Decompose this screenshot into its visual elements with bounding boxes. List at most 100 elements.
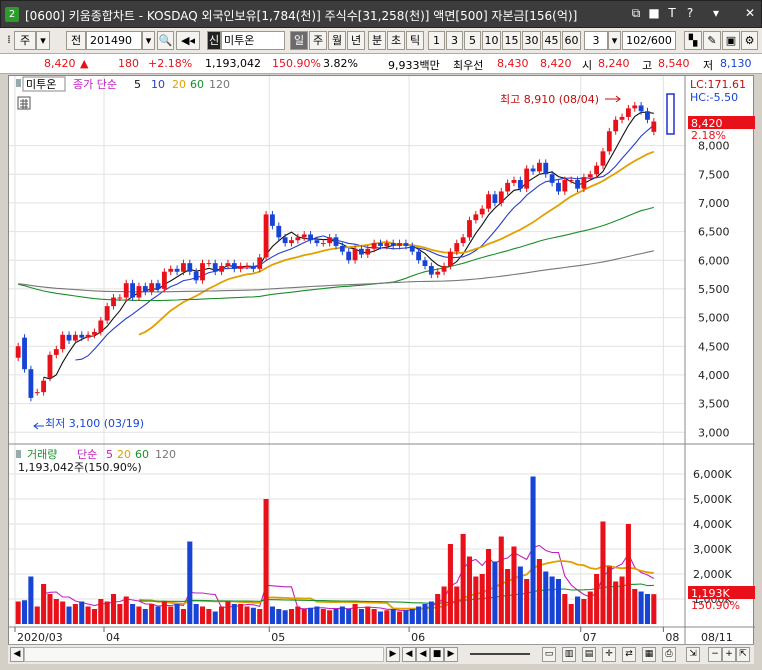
volume-tick-label: 5,000K [693,493,732,506]
view-toggle-icon[interactable]: ▭ [542,647,556,662]
minute-30-button[interactable]: 30 [522,31,541,50]
print-icon[interactable]: ⎙ [662,647,676,662]
next-page-icon[interactable]: ▶ [444,647,458,662]
draw-tool-icon[interactable]: ✎ [703,31,721,50]
font-icon[interactable]: T [665,6,679,21]
current-price: 8,420 [44,57,76,70]
period-month-button[interactable]: 월 [328,31,346,50]
ma5-line [43,111,654,380]
vol-ma-legend-label[interactable]: 단순 [77,448,97,461]
candle-body [22,337,27,370]
minute-60-button[interactable]: 60 [562,31,581,50]
minute-3-button[interactable]: 3 [446,31,463,50]
candle-body [15,346,21,358]
minute-dropdown-icon[interactable]: ▾ [608,31,621,50]
minute-10-button[interactable]: 10 [482,31,501,50]
minimize-icon[interactable]: ▾ [709,6,723,21]
minute-15-button[interactable]: 15 [502,31,521,50]
volume-tick-label: 6,000K [693,468,732,481]
first-page-icon[interactable]: ◀ [402,647,416,662]
vol-ma5-legend[interactable]: 5 [106,448,113,461]
zoom-slider[interactable] [470,653,530,655]
price-tick-label: 3,500 [698,398,730,411]
vol-ma20-legend[interactable]: 20 [117,448,131,461]
candle-body [562,180,568,192]
scroll-right-icon[interactable]: ▶ [386,647,400,662]
chart-area[interactable]: 8,000 7,500 7,000 6,500 6,000 5,500 5,000 4,500… [8,75,755,657]
stock-code-input[interactable]: 201490 [86,31,142,50]
ma5-legend[interactable]: 5 [134,78,141,91]
period-tick-button[interactable]: 틱 [406,31,424,50]
code-dropdown-icon[interactable]: ▾ [142,31,155,50]
ma-legend-label[interactable]: 종가 단순 [73,78,117,91]
layout-icon[interactable]: ▦ [642,647,656,662]
candle-body [181,263,186,272]
zoom-out-icon[interactable]: − [708,647,722,662]
auto-scale-icon[interactable]: ⇱ [736,647,750,662]
period-second-button[interactable]: 초 [387,31,405,50]
zoom-fit-icon[interactable]: ⇲ [686,647,700,662]
candle-body [104,306,110,321]
period-week-button[interactable]: 주 [309,31,327,50]
volume-bar [352,604,358,624]
candle-body [435,271,441,275]
indicator-icon[interactable]: ▚ [684,31,702,50]
restore-icon[interactable]: ⧉ [629,6,643,21]
ma20-legend[interactable]: 20 [172,78,186,91]
ma120-legend[interactable]: 120 [209,78,230,91]
bid-price: 8,420 [540,57,572,70]
save-icon[interactable]: ▣ [722,31,740,50]
price-tick-label: 5,000 [698,312,730,325]
candle-body [460,237,466,244]
stop-icon[interactable]: ■ [430,647,444,662]
help-icon[interactable]: ? [683,6,697,21]
search-icon[interactable]: 🔍 [157,31,174,50]
candle-body [543,162,549,175]
speaker-icon[interactable]: ◀◂ [176,31,200,50]
candle-body [295,237,301,241]
vol-ma60-legend[interactable]: 60 [135,448,149,461]
split-view-icon[interactable]: ▥ [562,647,576,662]
prev-stock-button[interactable]: 전 [66,31,86,50]
period-day-button[interactable]: 일 [290,31,308,50]
compare-icon[interactable]: ⇄ [622,647,636,662]
minute-value-input[interactable]: 3 [584,31,608,50]
scroll-track[interactable] [24,647,384,662]
volume-bar [466,556,473,624]
minute-45-button[interactable]: 45 [542,31,561,50]
candle-body [524,168,530,189]
ma60-legend[interactable]: 60 [190,78,204,91]
market-dropdown-icon[interactable]: ▾ [36,31,50,50]
scroll-left-icon[interactable]: ◀ [10,647,24,662]
close-icon[interactable]: ✕ [743,6,757,21]
volume-bar [422,604,428,624]
minute-1-button[interactable]: 1 [428,31,445,50]
volume-bar [473,576,479,624]
overlay-icon[interactable]: ▤ [582,647,596,662]
volume-bar [34,606,40,624]
prev-page-icon[interactable]: ◀ [416,647,430,662]
volume-bar [21,600,28,624]
period-year-button[interactable]: 년 [347,31,365,50]
maximize-icon[interactable]: ■ [647,6,661,21]
volume-bar [123,596,129,624]
period-minute-button[interactable]: 분 [368,31,386,50]
volume-bar [397,611,403,624]
volume-bar [454,586,460,624]
volume-title[interactable]: 거래량 [27,448,57,461]
candle-body [511,180,517,183]
chart-scrollbar[interactable]: ◀ ▶ ◀ ◀ ■ ▶ ▭ ▥ ▤ ✛ ⇄ ▦ ⎙ ⇲ − + ⇱ [8,644,754,664]
candle-body [270,214,275,226]
volume-bar [517,566,523,624]
volume-bar [142,609,148,624]
data-count-field[interactable]: 102/600 [622,31,676,50]
market-select[interactable]: 주 [14,31,36,50]
vol-ma120-legend[interactable]: 120 [155,448,176,461]
crosshair-icon[interactable]: ✛ [602,647,616,662]
settings-icon[interactable]: ⚙ [741,31,758,50]
high-label: 고 [642,59,653,72]
minute-5-button[interactable]: 5 [464,31,481,50]
zoom-in-icon[interactable]: + [722,647,736,662]
ma10-legend[interactable]: 10 [151,78,165,91]
chart-svg[interactable]: 8,0007,5007,0006,5006,0005,5005,0004,500… [9,76,755,646]
